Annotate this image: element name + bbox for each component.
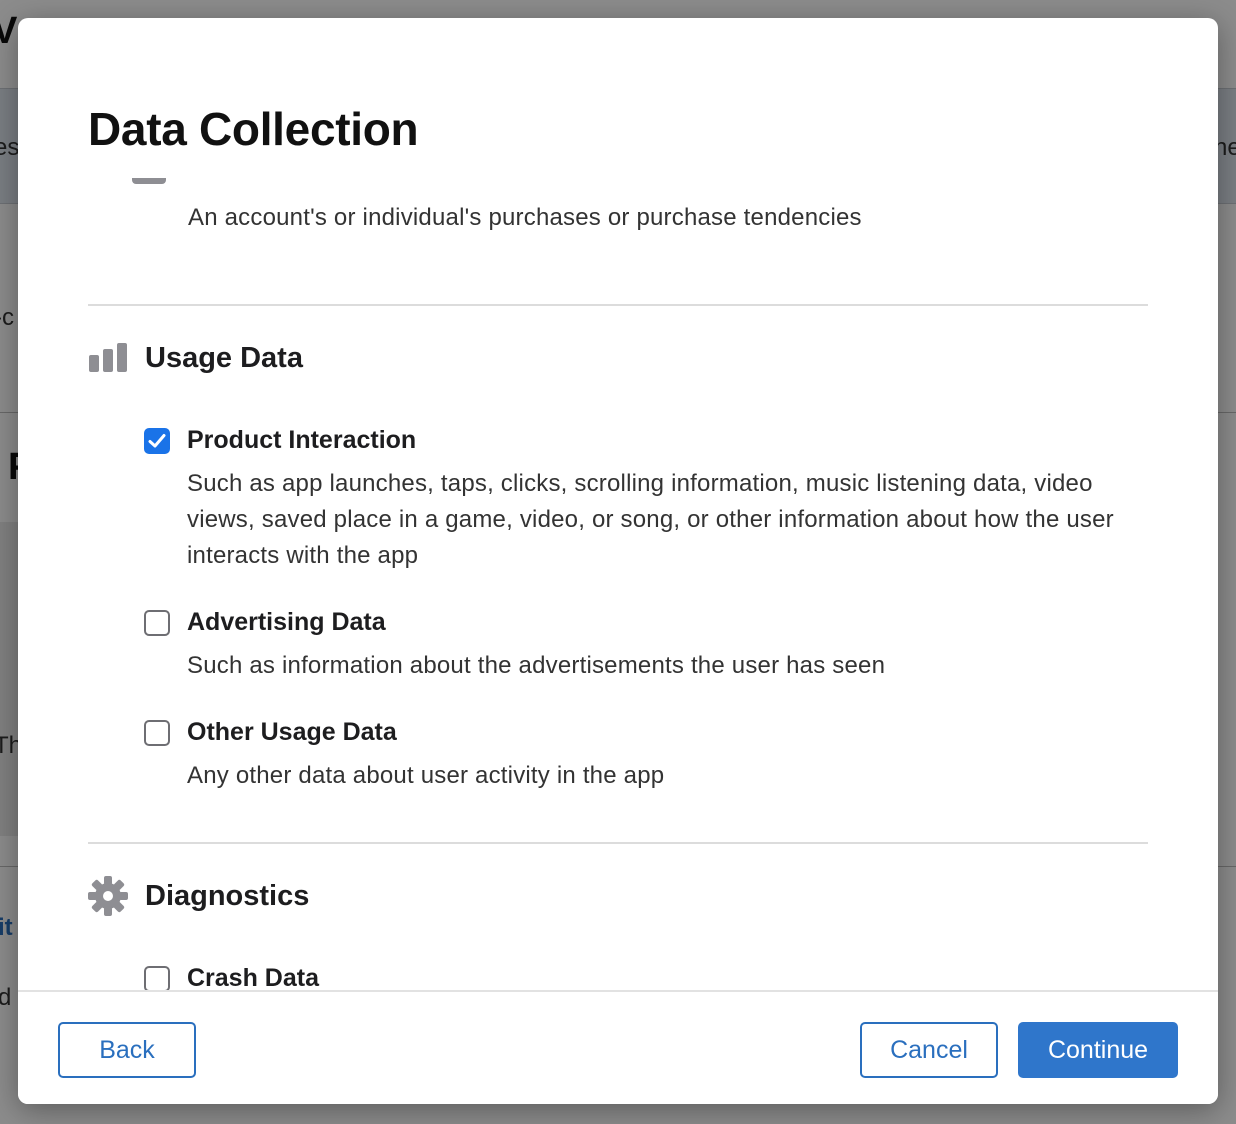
other-usage-data-checkbox[interactable] (144, 720, 170, 746)
data-collection-dialog: Data Collection An account's or individu… (18, 18, 1218, 1104)
option-title: Product Interaction (187, 426, 417, 454)
continue-button[interactable]: Continue (1018, 1022, 1178, 1078)
section-label: Diagnostics (145, 879, 310, 912)
section-label: Usage Data (145, 341, 303, 374)
checkmark-icon (148, 434, 166, 448)
section-usage-data: Usage Data (88, 338, 303, 378)
section-diagnostics: Diagnostics (88, 876, 309, 916)
cancel-button[interactable]: Cancel (860, 1022, 998, 1078)
dialog-scroll-area[interactable]: An account's or individual's purchases o… (18, 178, 1218, 990)
section-divider (88, 304, 1148, 306)
option-title: Other Usage Data (187, 718, 397, 746)
dialog-title: Data Collection (88, 103, 419, 155)
option-description: Such as information about the advertisem… (187, 652, 886, 679)
purchase-history-description: An account's or individual's purchases o… (188, 204, 862, 231)
bar-chart-icon (88, 338, 128, 378)
option-title: Crash Data (187, 964, 319, 990)
option-title: Advertising Data (187, 608, 386, 636)
option-description: Such as app launches, taps, clicks, scro… (187, 470, 1114, 569)
section-divider (88, 842, 1148, 844)
advertising-data-checkbox[interactable] (144, 610, 170, 636)
gear-icon (88, 876, 128, 916)
dialog-footer: Back Cancel Continue (18, 990, 1218, 1104)
product-interaction-checkbox[interactable] (144, 428, 170, 454)
back-button[interactable]: Back (58, 1022, 196, 1078)
checkbox-partially-hidden[interactable] (132, 178, 166, 184)
crash-data-checkbox[interactable] (144, 966, 170, 990)
option-description: Any other data about user activity in th… (187, 762, 665, 789)
